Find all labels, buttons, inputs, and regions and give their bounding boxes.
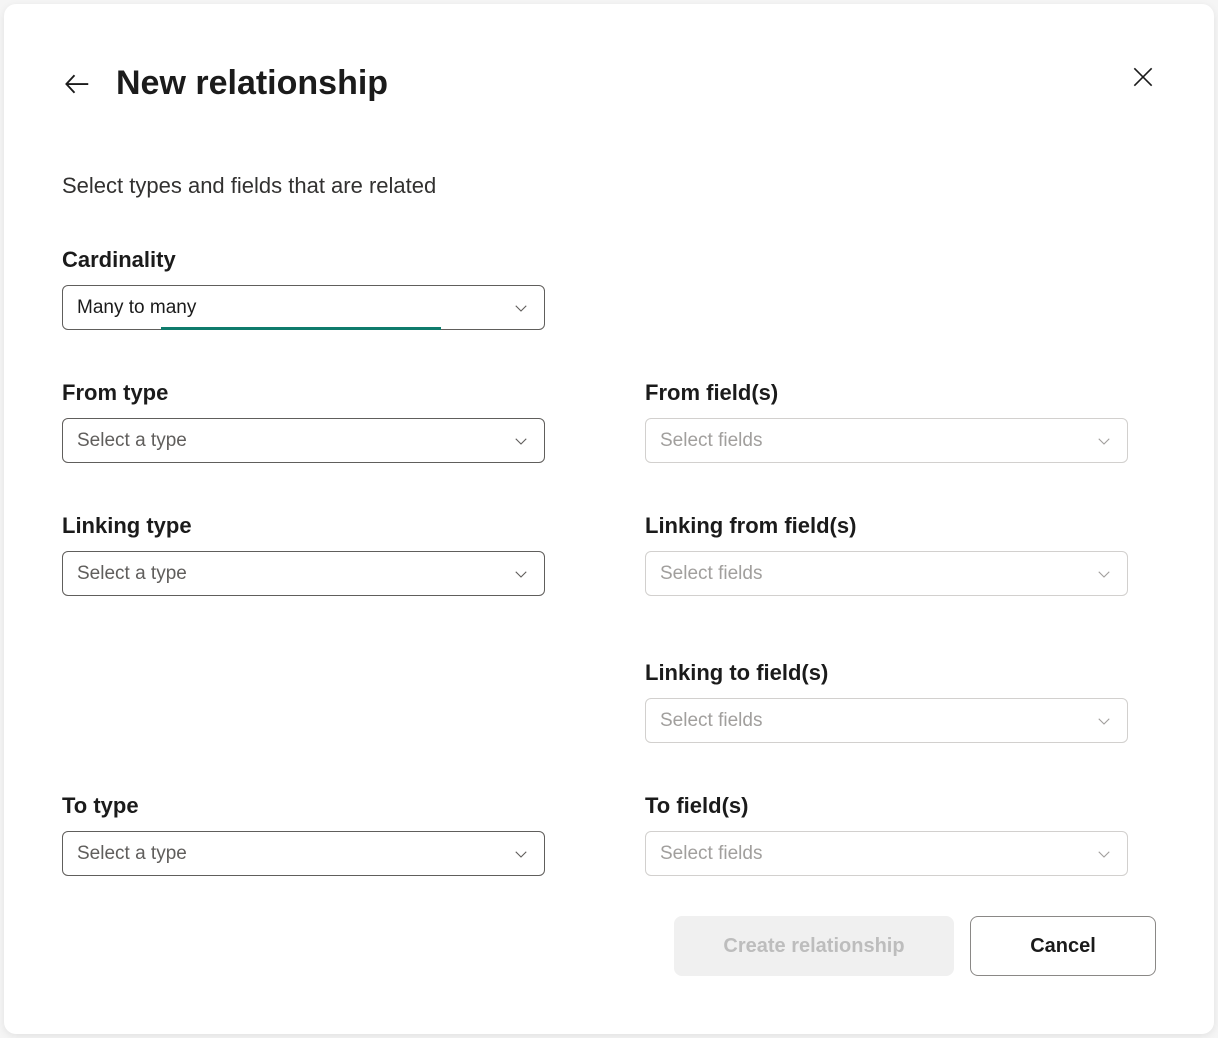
linking-type-label: Linking type	[62, 513, 545, 539]
linking-type-placeholder: Select a type	[77, 563, 512, 585]
cardinality-section: Cardinality Many to many	[62, 247, 1156, 330]
chevron-down-icon	[1095, 432, 1113, 450]
to-fields-select[interactable]: Select fields	[645, 831, 1128, 876]
to-type-placeholder: Select a type	[77, 843, 512, 865]
dialog-footer: Create relationship Cancel	[674, 916, 1156, 976]
chevron-down-icon	[1095, 712, 1113, 730]
to-row: To type Select a type To field(s) Select…	[62, 793, 1156, 876]
to-fields-placeholder: Select fields	[660, 843, 1095, 865]
chevron-down-icon	[512, 299, 530, 317]
from-type-select[interactable]: Select a type	[62, 418, 545, 463]
create-relationship-button[interactable]: Create relationship	[674, 916, 954, 976]
chevron-down-icon	[1095, 845, 1113, 863]
from-fields-select[interactable]: Select fields	[645, 418, 1128, 463]
linking-from-fields-placeholder: Select fields	[660, 563, 1095, 585]
from-type-placeholder: Select a type	[77, 430, 512, 452]
arrow-left-icon	[62, 69, 92, 99]
cardinality-label: Cardinality	[62, 247, 1156, 273]
dialog-subtitle: Select types and fields that are related	[62, 173, 1156, 199]
linking-from-fields-label: Linking from field(s)	[645, 513, 1128, 539]
from-type-label: From type	[62, 380, 545, 406]
linking-to-fields-label: Linking to field(s)	[645, 660, 1128, 686]
to-fields-label: To field(s)	[645, 793, 1128, 819]
cardinality-value: Many to many	[77, 297, 512, 319]
from-fields-placeholder: Select fields	[660, 430, 1095, 452]
from-fields-label: From field(s)	[645, 380, 1128, 406]
linking-type-select[interactable]: Select a type	[62, 551, 545, 596]
to-type-label: To type	[62, 793, 545, 819]
cancel-button[interactable]: Cancel	[970, 916, 1156, 976]
linking-from-fields-select[interactable]: Select fields	[645, 551, 1128, 596]
close-icon	[1130, 64, 1156, 90]
back-button[interactable]	[62, 69, 92, 99]
close-button[interactable]	[1130, 64, 1156, 90]
to-type-select[interactable]: Select a type	[62, 831, 545, 876]
linking-to-fields-select[interactable]: Select fields	[645, 698, 1128, 743]
from-row: From type Select a type From field(s) Se…	[62, 380, 1156, 463]
dialog-title: New relationship	[116, 64, 388, 103]
chevron-down-icon	[1095, 565, 1113, 583]
chevron-down-icon	[512, 432, 530, 450]
dialog-header: New relationship	[62, 64, 1156, 103]
linking-row: Linking type Select a type Linking from …	[62, 513, 1156, 743]
new-relationship-dialog: New relationship Select types and fields…	[4, 4, 1214, 1034]
cardinality-select[interactable]: Many to many	[62, 285, 545, 330]
linking-to-fields-placeholder: Select fields	[660, 710, 1095, 732]
chevron-down-icon	[512, 565, 530, 583]
chevron-down-icon	[512, 845, 530, 863]
